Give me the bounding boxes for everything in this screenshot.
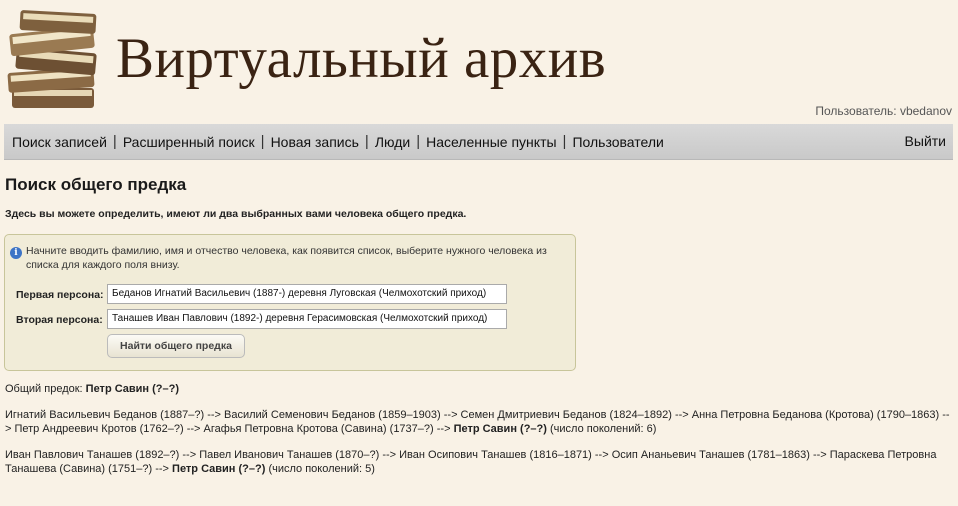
- book-stack-logo: [7, 10, 97, 108]
- path-text: Иван Павлович Танашев (1892–?) --> Павел…: [5, 449, 937, 475]
- second-person-input[interactable]: Танашев Иван Павлович (1892-) деревня Ге…: [107, 309, 507, 329]
- generation-count: (число поколений: 5): [268, 463, 375, 475]
- info-text: Начните вводить фамилию, имя и отчество …: [26, 245, 547, 271]
- ancestry-path-first: Игнатий Васильевич Беданов (1887–?) --> …: [5, 408, 953, 436]
- path-ancestor: Петр Савин (?–?): [453, 423, 547, 435]
- path-ancestor: Петр Савин (?–?): [172, 463, 266, 475]
- header: Виртуальный архив Пользователь: vbedanov: [0, 0, 958, 124]
- nav-separator: |: [260, 133, 265, 150]
- generation-count: (число поколений: 6): [549, 423, 657, 435]
- common-ancestor-name: Петр Савин (?–?): [85, 383, 180, 395]
- ancestry-path-second: Иван Павлович Танашев (1892–?) --> Павел…: [5, 448, 953, 476]
- nav-separator: |: [562, 133, 567, 150]
- find-common-ancestor-button[interactable]: Найти общего предка: [107, 334, 245, 358]
- common-ancestor-label: Общий предок:: [5, 383, 83, 395]
- current-user: Пользователь: vbedanov: [815, 104, 952, 118]
- first-person-input[interactable]: Беданов Игнатий Васильевич (1887-) дерев…: [107, 284, 507, 304]
- first-person-label: Первая персона:: [16, 289, 104, 301]
- nav-settlements[interactable]: Населенные пункты: [426, 134, 556, 150]
- logout-link[interactable]: Выйти: [905, 133, 946, 149]
- common-ancestor-result: Общий предок: Петр Савин (?–?): [5, 383, 179, 395]
- nav-advanced-search[interactable]: Расширенный поиск: [123, 134, 255, 150]
- main-navigation: Поиск записей | Расширенный поиск | Нова…: [4, 124, 953, 160]
- nav-people[interactable]: Люди: [375, 134, 410, 150]
- page-intro: Здесь вы можете определить, имеют ли два…: [5, 208, 467, 220]
- site-title: Виртуальный архив: [116, 27, 607, 90]
- nav-separator: |: [364, 133, 369, 150]
- nav-separator: |: [112, 133, 117, 150]
- username: vbedanov: [899, 104, 952, 118]
- nav-users[interactable]: Пользователи: [572, 134, 663, 150]
- search-form-panel: i Начните вводить фамилию, имя и отчеств…: [4, 234, 576, 371]
- user-label: Пользователь:: [815, 104, 897, 118]
- info-icon: i: [10, 247, 22, 259]
- second-person-label: Вторая персона:: [16, 314, 103, 326]
- nav-new-record[interactable]: Новая запись: [271, 134, 359, 150]
- nav-search-records[interactable]: Поиск записей: [12, 134, 107, 150]
- nav-separator: |: [416, 133, 421, 150]
- page-title: Поиск общего предка: [5, 175, 187, 194]
